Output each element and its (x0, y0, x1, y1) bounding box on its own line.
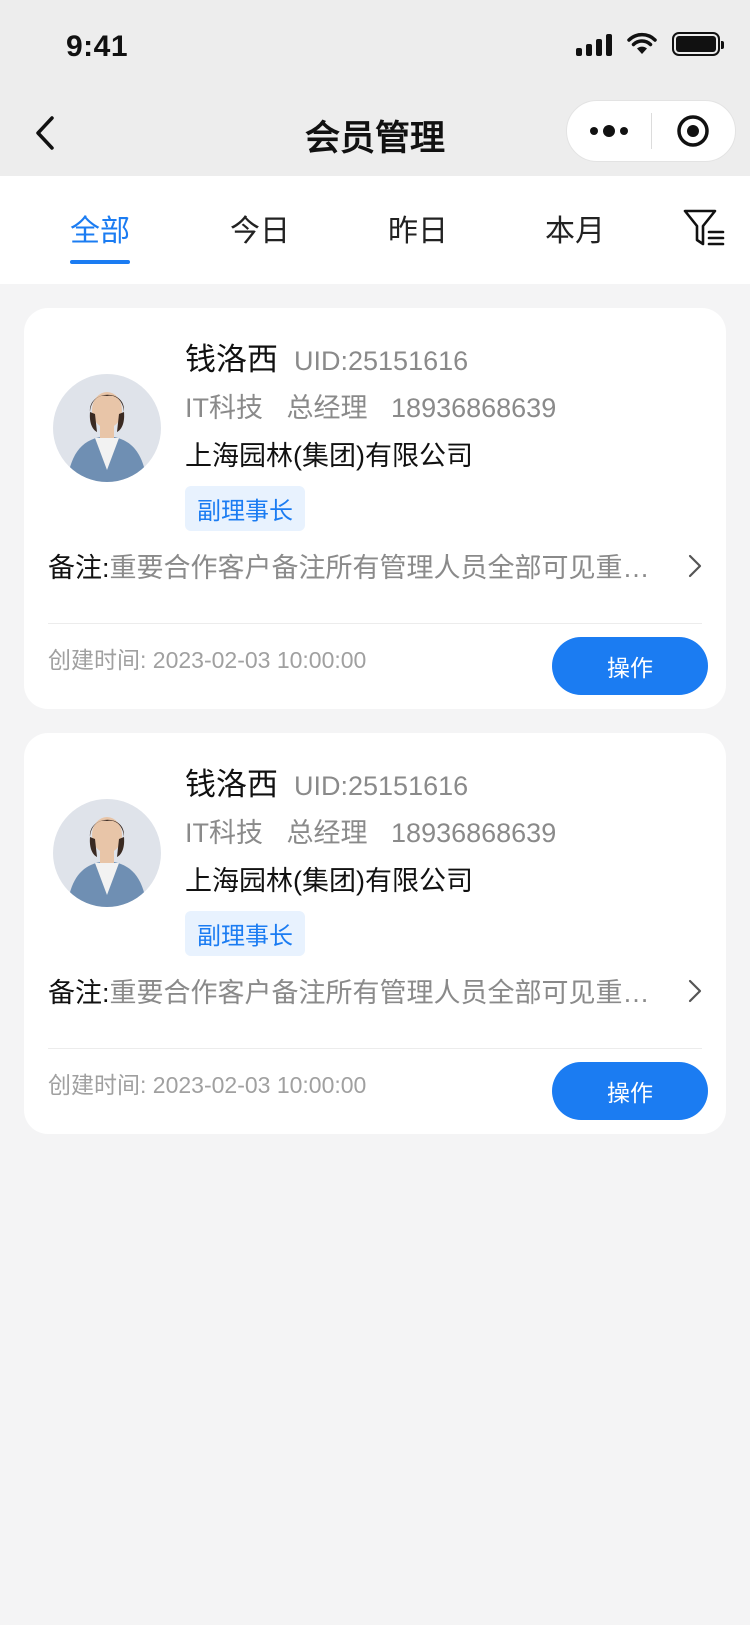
status-icons (576, 32, 724, 56)
more-icon (589, 125, 628, 137)
member-industry: IT科技 (185, 818, 263, 848)
member-phone: 18936868639 (391, 393, 557, 423)
tab-all[interactable]: 全部 (70, 206, 130, 264)
chevron-right-icon (688, 554, 702, 577)
tab-today[interactable]: 今日 (230, 206, 290, 250)
member-card[interactable]: 钱洛西 UID:25151616 IT科技 总经理 18936868639 上海… (24, 308, 726, 709)
divider (48, 1048, 702, 1049)
member-note[interactable]: 备注: 重要合作客户备注所有管理人员全部可见重要合作客户 (48, 546, 706, 585)
member-position: 总经理 (286, 818, 368, 848)
member-uid: UID:25151616 (294, 346, 469, 376)
role-badge: 副理事长 (185, 911, 305, 956)
avatar (53, 374, 161, 482)
avatar (53, 799, 161, 907)
battery-icon (672, 32, 724, 56)
note-label: 备注: (48, 553, 110, 583)
status-bar: 9:41 (0, 0, 750, 90)
member-info: 钱洛西 UID:25151616 IT科技 总经理 18936868639 上海… (185, 759, 706, 956)
created-value: 2023-02-03 10:00:00 (152, 647, 367, 673)
created-time: 创建时间: 2023-02-03 10:00:00 (48, 1066, 366, 1100)
filter-icon[interactable] (682, 206, 726, 250)
close-mini-program-button[interactable] (652, 101, 736, 161)
created-label: 创建时间: (48, 1072, 147, 1098)
member-note[interactable]: 备注: 重要合作客户备注所有管理人员全部可见重要合作客户 (48, 971, 706, 1010)
role-badge: 副理事长 (185, 486, 305, 531)
created-value: 2023-02-03 10:00:00 (152, 1072, 367, 1098)
member-uid: UID:25151616 (294, 771, 469, 801)
member-industry: IT科技 (185, 393, 263, 423)
member-name: 钱洛西 (185, 767, 278, 802)
member-phone: 18936868639 (391, 818, 557, 848)
mini-program-capsule (566, 100, 736, 162)
member-company: 上海园林(集团)有限公司 (185, 866, 473, 896)
tab-this-month[interactable]: 本月 (545, 206, 605, 250)
member-info: 钱洛西 UID:25151616 IT科技 总经理 18936868639 上海… (185, 334, 706, 531)
chevron-right-icon (688, 979, 702, 1002)
created-time: 创建时间: 2023-02-03 10:00:00 (48, 641, 366, 675)
more-button[interactable] (567, 101, 651, 161)
wifi-icon (627, 32, 657, 54)
tab-yesterday[interactable]: 昨日 (388, 206, 448, 250)
note-text: 重要合作客户备注所有管理人员全部可见重要合作客户 (109, 553, 674, 583)
member-company: 上海园林(集团)有限公司 (185, 441, 473, 471)
filter-tabs: 全部 今日 昨日 本月 (0, 176, 750, 284)
status-time: 9:41 (66, 30, 129, 63)
divider (48, 623, 702, 624)
action-button[interactable]: 操作 (552, 1062, 708, 1120)
member-position: 总经理 (286, 393, 368, 423)
signal-icon (576, 32, 612, 56)
member-name: 钱洛西 (185, 342, 278, 377)
note-text: 重要合作客户备注所有管理人员全部可见重要合作客户 (109, 978, 674, 1008)
created-label: 创建时间: (48, 647, 147, 673)
nav-bar: 会员管理 (0, 90, 750, 176)
member-card[interactable]: 钱洛西 UID:25151616 IT科技 总经理 18936868639 上海… (24, 733, 726, 1134)
member-list: 钱洛西 UID:25151616 IT科技 总经理 18936868639 上海… (0, 284, 750, 1134)
action-button[interactable]: 操作 (552, 637, 708, 695)
note-label: 备注: (48, 978, 110, 1008)
target-icon (677, 115, 709, 147)
